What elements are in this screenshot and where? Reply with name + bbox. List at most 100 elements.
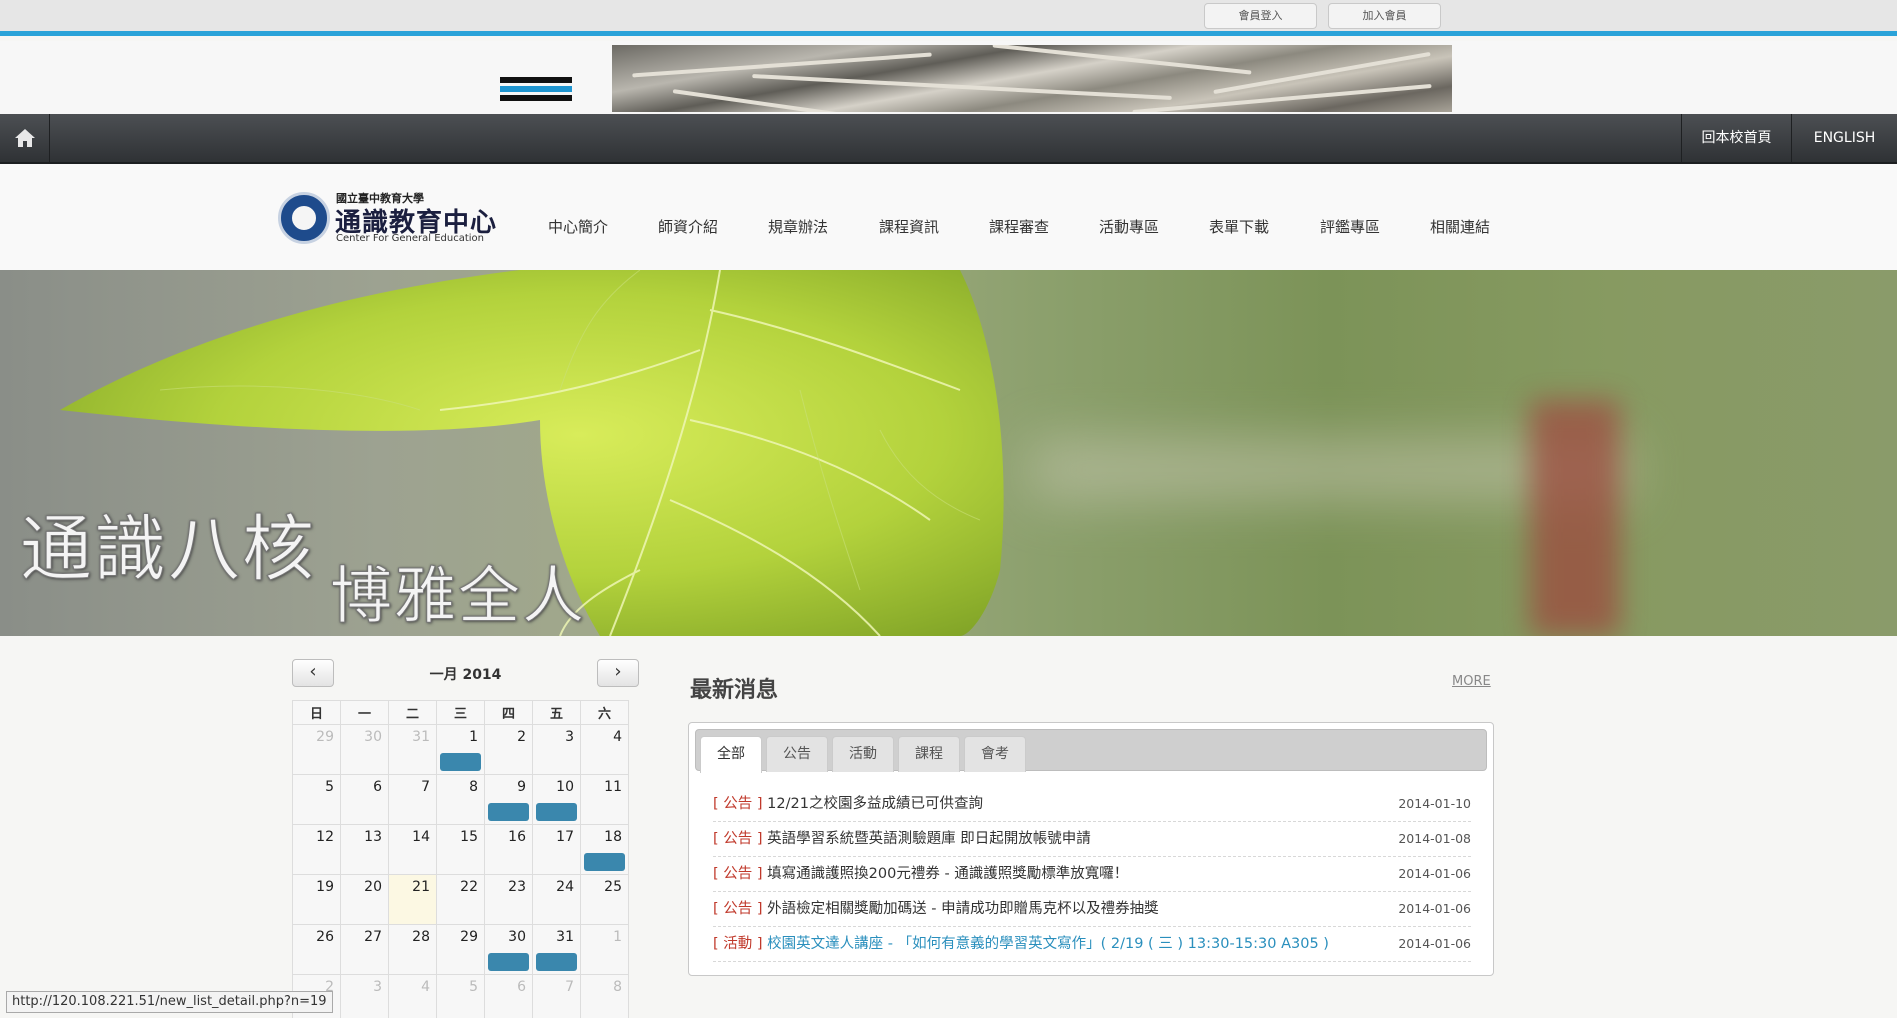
calendar-grid: 日 一 二 三 四 五 六 29 30 31 1 2 3 4 5 6 7 8 9 10 11 12 13 14 1…	[292, 700, 629, 1018]
calendar-day[interactable]: 9	[484, 774, 533, 825]
calendar-event-marker[interactable]	[488, 953, 529, 971]
hero-slogan-line2: 博雅全人	[329, 559, 587, 633]
nav-item-activities[interactable]: 活動專區	[1099, 216, 1159, 237]
news-date: 2014-01-08	[1398, 831, 1471, 846]
calendar-day[interactable]: 16	[484, 824, 533, 875]
calendar-day[interactable]: 19	[292, 874, 341, 925]
calendar-day[interactable]: 1	[436, 724, 485, 775]
logo-english-name: Center For General Education	[336, 233, 485, 244]
calendar-day[interactable]: 2	[484, 724, 533, 775]
calendar-day[interactable]: 22	[436, 874, 485, 925]
news-title-link[interactable]: 校園英文達人講座 - 「如何有意義的學習英文寫作」( 2/19 ( 三 ) 13…	[767, 936, 1329, 952]
member-bar: 會員登入 加入會員	[0, 0, 1897, 36]
member-join-button[interactable]: 加入會員	[1328, 3, 1441, 29]
news-item: [ 活動 ] 校園英文達人講座 - 「如何有意義的學習英文寫作」( 2/19 (…	[713, 927, 1471, 962]
tab-announcements[interactable]: 公告	[766, 736, 828, 772]
calendar-day[interactable]: 29	[292, 724, 341, 775]
news-section-title: 最新消息	[690, 678, 779, 703]
home-button[interactable]	[0, 114, 50, 162]
news-category[interactable]: [ 公告 ]	[713, 866, 763, 882]
calendar-day[interactable]: 30	[484, 924, 533, 975]
news-category[interactable]: [ 公告 ]	[713, 796, 763, 812]
news-list: [ 公告 ] 12/21之校園多益成績已可供查詢 2014-01-10 [ 公告…	[713, 787, 1471, 962]
weekday-header: 四	[484, 700, 533, 725]
home-icon	[14, 129, 35, 147]
nav-item-evaluation[interactable]: 評鑑專區	[1320, 216, 1380, 237]
nav-item-links[interactable]: 相關連結	[1430, 216, 1490, 237]
calendar-day[interactable]: 21	[388, 874, 437, 925]
nav-item-course-review[interactable]: 課程審查	[989, 216, 1049, 237]
calendar-day[interactable]: 15	[436, 824, 485, 875]
calendar-day[interactable]: 8	[580, 974, 629, 1018]
calendar-day[interactable]: 1	[580, 924, 629, 975]
calendar-day[interactable]: 30	[340, 724, 389, 775]
weekday-header: 二	[388, 700, 437, 725]
news-date: 2014-01-06	[1398, 936, 1471, 951]
calendar-day[interactable]: 3	[532, 724, 581, 775]
calendar-next-button[interactable]: ›	[597, 659, 639, 687]
tab-exams[interactable]: 會考	[964, 736, 1026, 772]
calendar-day[interactable]: 23	[484, 874, 533, 925]
calendar-event-marker[interactable]	[584, 853, 625, 871]
main-navigation: 國立臺中教育大學 通識教育中心 Center For General Educa…	[0, 164, 1897, 270]
calendar-event-marker[interactable]	[536, 953, 577, 971]
calendar-day[interactable]: 3	[340, 974, 389, 1018]
calendar-day[interactable]: 10	[532, 774, 581, 825]
calendar-day[interactable]: 6	[484, 974, 533, 1018]
calendar-day[interactable]: 26	[292, 924, 341, 975]
calendar-day[interactable]: 7	[388, 774, 437, 825]
calendar-day[interactable]: 13	[340, 824, 389, 875]
nav-item-about[interactable]: 中心簡介	[548, 216, 608, 237]
news-more-link[interactable]: MORE	[1452, 674, 1491, 689]
calendar-day[interactable]: 29	[436, 924, 485, 975]
news-title-link[interactable]: 英語學習系統暨英語測驗題庫 即日起開放帳號申請	[767, 831, 1091, 847]
calendar-day[interactable]: 17	[532, 824, 581, 875]
calendar-day[interactable]: 8	[436, 774, 485, 825]
calendar-day[interactable]: 31	[388, 724, 437, 775]
calendar-day[interactable]: 4	[580, 724, 629, 775]
news-category[interactable]: [ 公告 ]	[713, 831, 763, 847]
header-banner-image	[612, 45, 1452, 112]
calendar-day[interactable]: 5	[436, 974, 485, 1018]
calendar-day[interactable]: 14	[388, 824, 437, 875]
calendar-day[interactable]: 5	[292, 774, 341, 825]
calendar-day[interactable]: 25	[580, 874, 629, 925]
tab-activities[interactable]: 活動	[832, 736, 894, 772]
news-title-link[interactable]: 外語檢定相關獎勵加碼送 - 申請成功即贈馬克杯以及禮券抽獎	[767, 901, 1158, 917]
site-logo[interactable]: 國立臺中教育大學 通識教育中心 Center For General Educa…	[278, 188, 498, 248]
calendar-day[interactable]: 24	[532, 874, 581, 925]
tab-all[interactable]: 全部	[700, 736, 762, 773]
calendar-day[interactable]: 12	[292, 824, 341, 875]
weekday-header: 一	[340, 700, 389, 725]
calendar-day[interactable]: 4	[388, 974, 437, 1018]
calendar-day[interactable]: 27	[340, 924, 389, 975]
news-title-link[interactable]: 填寫通識護照換200元禮券 - 通識護照獎勵標準放寬囉！	[767, 866, 1128, 882]
weekday-header: 六	[580, 700, 629, 725]
calendar-day[interactable]: 31	[532, 924, 581, 975]
member-login-button[interactable]: 會員登入	[1204, 3, 1317, 29]
calendar-event-marker[interactable]	[440, 753, 481, 771]
calendar-day[interactable]: 18	[580, 824, 629, 875]
nav-item-regulations[interactable]: 規章辦法	[768, 216, 828, 237]
tab-courses[interactable]: 課程	[898, 736, 960, 772]
stripe-logo-icon	[500, 77, 572, 113]
nav-item-course-info[interactable]: 課程資訊	[879, 216, 939, 237]
calendar-day[interactable]: 20	[340, 874, 389, 925]
english-link[interactable]: ENGLISH	[1791, 114, 1897, 162]
calendar-day[interactable]: 28	[388, 924, 437, 975]
calendar-day[interactable]: 11	[580, 774, 629, 825]
school-home-link[interactable]: 回本校首頁	[1681, 114, 1791, 162]
weekday-header: 日	[292, 700, 341, 725]
news-item: [ 公告 ] 填寫通識護照換200元禮券 - 通識護照獎勵標準放寬囉！ 2014…	[713, 857, 1471, 892]
calendar-event-marker[interactable]	[536, 803, 577, 821]
calendar-event-marker[interactable]	[488, 803, 529, 821]
nav-item-faculty[interactable]: 師資介紹	[658, 216, 718, 237]
calendar-day[interactable]: 7	[532, 974, 581, 1018]
calendar-day[interactable]: 6	[340, 774, 389, 825]
university-seal-icon	[278, 192, 330, 244]
browser-status-url: http://120.108.221.51/new_list_detail.ph…	[6, 991, 333, 1013]
news-category[interactable]: [ 公告 ]	[713, 901, 763, 917]
news-title-link[interactable]: 12/21之校園多益成績已可供查詢	[767, 796, 983, 812]
nav-item-forms[interactable]: 表單下載	[1209, 216, 1269, 237]
news-category[interactable]: [ 活動 ]	[713, 936, 763, 952]
